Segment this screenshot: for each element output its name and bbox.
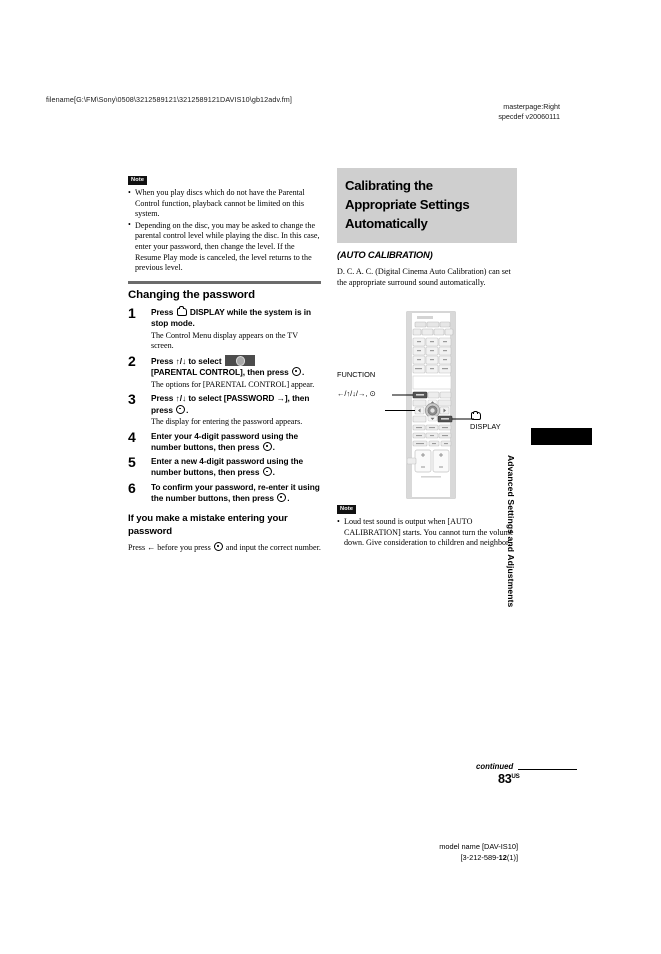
step-title: To confirm your password, re-enter it us… (151, 482, 321, 504)
enter-icon (176, 404, 186, 414)
model-name: model name [DAV-IS10] (439, 842, 518, 851)
step-title: Press ↑/↓ to select [PASSWORD →], then p… (151, 393, 321, 415)
step-body: The Control Menu display appears on the … (151, 330, 298, 351)
mistake-text: Press ← before you press (128, 543, 213, 553)
step-number: 4 (128, 428, 136, 445)
step-number: 5 (128, 454, 136, 471)
model-code: [3-212-589-12(1)] (330, 853, 518, 864)
document-page: filename[G:\FM\Sony\0508\3212589121\3212… (0, 0, 661, 954)
step-6: 6 To confirm your password, re-enter it … (128, 479, 321, 504)
enter-icon (262, 442, 272, 452)
step-title: Enter a new 4-digit password using the n… (151, 456, 321, 478)
page-title: Changing the password (128, 288, 256, 301)
step-text: Press ↑/↓ to select (151, 355, 224, 366)
continued-rule (518, 769, 577, 771)
step-text: . (272, 467, 275, 478)
section-heading-banner: Calibrating the Appropriate Settings Aut… (337, 168, 517, 243)
step-text: . (272, 442, 275, 453)
step-number: 2 (128, 352, 136, 369)
model-info: model name [DAV-IS10] [3-212-589-12(1)] (330, 842, 518, 863)
step-3: 3 Press ↑/↓ to select [PASSWORD →], then… (128, 391, 321, 428)
note-item: Loud test sound is output when [AUTO CAL… (337, 517, 517, 549)
note-badge: Note (128, 176, 148, 185)
header-specdef: specdef v20060111 (498, 112, 560, 121)
heading-line: Automatically (345, 216, 428, 231)
step-title: Enter your 4-digit password using the nu… (151, 431, 321, 453)
step-title: Press ↑/↓ to select [PARENTAL CONTROL], … (151, 354, 321, 378)
continued-label: continued (476, 762, 514, 771)
note-block-auto-calibration: Note Loud test sound is output when [AUT… (337, 497, 517, 550)
enter-icon (262, 467, 272, 477)
callout-function: FUNCTION (337, 370, 376, 379)
header-filename: filename[G:\FM\Sony\0508\3212589121\3212… (46, 95, 292, 104)
step-1: 1 Press DISPLAY while the system is in s… (128, 304, 321, 352)
step-body: The display for entering the password ap… (151, 417, 303, 427)
step-text: . (301, 367, 305, 378)
note-badge: Note (337, 505, 357, 514)
heading-line: Appropriate Settings (345, 197, 470, 212)
callout-display-label: DISPLAY (470, 422, 501, 431)
enter-icon (277, 492, 287, 502)
enter-icon (291, 367, 301, 377)
display-icon (470, 410, 501, 421)
chapter-tab-marker (531, 428, 592, 445)
intro-paragraph: D. C. A. C. (Digital Cinema Auto Calibra… (337, 267, 511, 287)
model-code-pre: [3-212-589- (460, 852, 499, 862)
step-text: Press ↑/↓ to select [PASSWORD →], then p… (151, 393, 310, 415)
note-list: Loud test sound is output when [AUTO CAL… (337, 517, 517, 549)
step-5: 5 Enter a new 4-digit password using the… (128, 454, 321, 478)
step-text: Enter a new 4-digit password using the n… (151, 456, 304, 478)
step-4: 4 Enter your 4-digit password using the … (128, 428, 321, 453)
heading-line: Calibrating the (345, 178, 433, 193)
model-code-bold: 12 (498, 852, 507, 862)
right-column: Calibrating the Appropriate Settings Aut… (337, 168, 517, 288)
left-column: Note When you play discs which do not ha… (128, 168, 321, 554)
callout-display: DISPLAY (470, 410, 501, 431)
page-number-value: 83 (498, 772, 512, 786)
mistake-text: and input the correct number. (223, 543, 321, 553)
step-text: Enter your 4-digit password using the nu… (151, 430, 299, 453)
enter-icon (213, 542, 223, 552)
step-text: Press (151, 306, 176, 317)
step-number: 6 (128, 479, 136, 496)
display-icon (176, 306, 187, 316)
step-title: Press DISPLAY while the system is in sto… (151, 306, 321, 329)
step-number: 3 (128, 391, 136, 408)
parental-control-chip-icon (224, 354, 255, 367)
callout-arrows: ←/↑/↓/→, ⊙ (337, 389, 376, 398)
note-list: When you play discs which do not have th… (128, 188, 321, 274)
section-divider (128, 280, 321, 284)
page-number: 83US (498, 772, 520, 786)
subheading-auto-calibration: (AUTO CALIBRATION) (337, 249, 433, 260)
chapter-tab-label: Advanced Settings and Adjustments (506, 455, 516, 608)
note-block-parental: Note When you play discs which do not ha… (128, 168, 321, 274)
model-code-post: (1)] (506, 852, 518, 862)
step-text: . (186, 404, 189, 415)
step-text: . (287, 492, 290, 503)
step-text: To confirm your password, re-enter it us… (151, 481, 320, 503)
step-2: 2 Press ↑/↓ to select [PARENTAL CONTROL]… (128, 352, 321, 391)
page-number-suffix: US (511, 772, 520, 780)
header-masterpage: masterpage:Right (503, 102, 560, 111)
step-text: [PARENTAL CONTROL], then press (151, 367, 291, 378)
step-number: 1 (128, 304, 136, 321)
mistake-paragraph: Press ← before you press and input the c… (128, 542, 321, 554)
note-item: When you play discs which do not have th… (128, 188, 321, 220)
step-body: The options for [PARENTAL CONTROL] appea… (151, 379, 315, 389)
mistake-heading: If you make a mistake entering your pass… (128, 513, 288, 537)
header-meta: masterpage:Right specdef v20060111 (380, 102, 560, 122)
note-item: Depending on the disc, you may be asked … (128, 220, 321, 274)
